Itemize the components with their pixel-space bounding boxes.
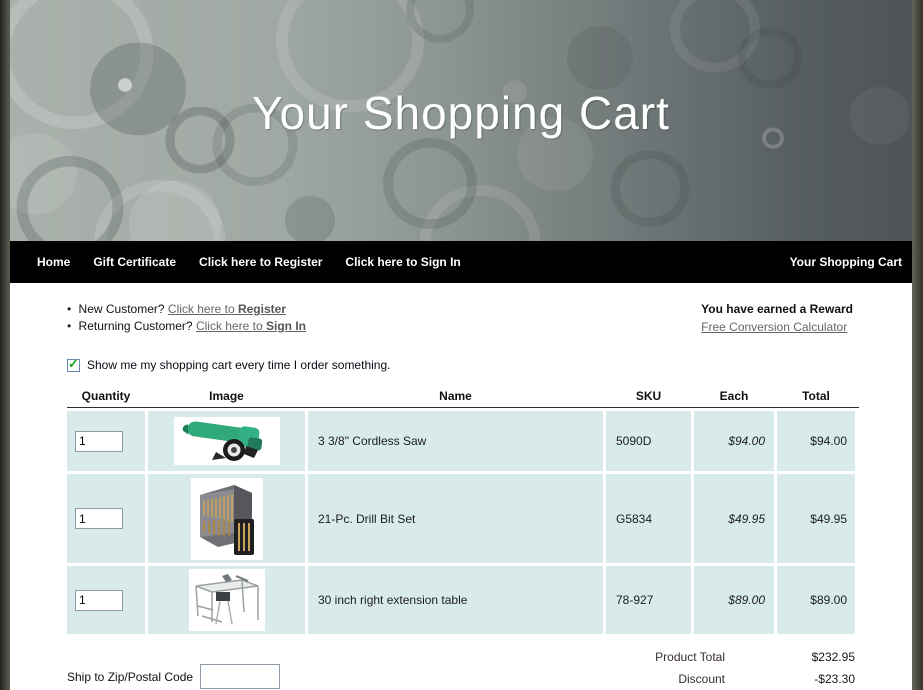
reward-message: You have earned a Reward bbox=[701, 301, 853, 318]
discount-label: Discount bbox=[560, 672, 725, 686]
product-total-price: $94.00 bbox=[777, 411, 855, 471]
product-sku: 78-927 bbox=[606, 566, 691, 634]
main-content: • New Customer? Click here to Register •… bbox=[10, 283, 912, 690]
image-cell bbox=[148, 474, 305, 563]
cordless-saw-image bbox=[174, 417, 280, 465]
conversion-calculator-link[interactable]: Free Conversion Calculator bbox=[701, 318, 847, 337]
ship-to-zip-row: Ship to Zip/Postal Code bbox=[67, 663, 280, 690]
product-total-row: Product Total $232.95 bbox=[560, 646, 855, 668]
customer-links: • New Customer? Click here to Register •… bbox=[67, 301, 306, 335]
table-row: 3 3/8" Cordless Saw 5090D $94.00 $94.00 bbox=[67, 411, 859, 471]
table-row: 30 inch right extension table 78-927 $89… bbox=[67, 566, 859, 634]
cart-table: Quantity Image Name SKU Each Total bbox=[67, 389, 859, 634]
quantity-input-row1[interactable] bbox=[75, 431, 123, 452]
nav-item-gift-certificate[interactable]: Gift Certificate bbox=[93, 255, 176, 269]
product-each-price: $49.95 bbox=[694, 474, 774, 563]
quantity-input-row3[interactable] bbox=[75, 590, 123, 611]
product-total-label: Product Total bbox=[560, 650, 725, 664]
sign-in-link[interactable]: Click here to Sign In bbox=[196, 319, 306, 333]
image-cell bbox=[148, 411, 305, 471]
right-page-edge bbox=[912, 0, 923, 690]
product-each-price: $89.00 bbox=[694, 566, 774, 634]
left-page-edge bbox=[0, 0, 10, 690]
cart-preference-row: ✓ Show me my shopping cart every time I … bbox=[67, 358, 855, 372]
table-row: 21-Pc. Drill Bit Set G5834 $49.95 $49.95 bbox=[67, 474, 859, 563]
reward-block: You have earned a Reward Free Conversion… bbox=[701, 301, 853, 337]
nav-item-register[interactable]: Click here to Register bbox=[199, 255, 322, 269]
product-name: 30 inch right extension table bbox=[308, 566, 603, 634]
banner: Your Shopping Cart bbox=[10, 0, 912, 241]
quantity-cell bbox=[67, 411, 145, 471]
zip-code-input[interactable] bbox=[200, 664, 280, 689]
ship-to-zip-label: Ship to Zip/Postal Code bbox=[67, 670, 193, 684]
page: Your Shopping Cart Home Gift Certificate… bbox=[0, 0, 923, 690]
returning-customer-line: • Returning Customer? Click here to Sign… bbox=[67, 318, 306, 335]
header-total: Total bbox=[777, 389, 855, 407]
intro-row: • New Customer? Click here to Register •… bbox=[67, 301, 855, 337]
totals-block: Product Total $232.95 Discount -$23.30 bbox=[560, 646, 855, 690]
bullet-icon: • bbox=[67, 319, 71, 333]
cart-footer: Ship to Zip/Postal Code Product Total $2… bbox=[67, 646, 855, 690]
product-sku: 5090D bbox=[606, 411, 691, 471]
header-image: Image bbox=[148, 389, 305, 407]
product-name: 21-Pc. Drill Bit Set bbox=[308, 474, 603, 563]
discount-row: Discount -$23.30 bbox=[560, 668, 855, 690]
show-cart-checkbox[interactable]: ✓ bbox=[67, 359, 80, 372]
register-link[interactable]: Click here to Register bbox=[168, 302, 286, 316]
discount-value: -$23.30 bbox=[725, 672, 855, 686]
returning-customer-label: Returning Customer? bbox=[79, 319, 193, 333]
nav-item-sign-in[interactable]: Click here to Sign In bbox=[345, 255, 460, 269]
nav-item-shopping-cart[interactable]: Your Shopping Cart bbox=[790, 255, 902, 269]
content-area: Your Shopping Cart Home Gift Certificate… bbox=[10, 0, 912, 690]
header-divider bbox=[67, 407, 859, 408]
product-total-value: $232.95 bbox=[725, 650, 855, 664]
extension-table-image bbox=[189, 569, 265, 631]
product-sku: G5834 bbox=[606, 474, 691, 563]
table-header-row: Quantity Image Name SKU Each Total bbox=[67, 389, 859, 407]
bullet-icon: • bbox=[67, 302, 71, 316]
header-sku: SKU bbox=[606, 389, 691, 407]
header-each: Each bbox=[694, 389, 774, 407]
quantity-cell bbox=[67, 566, 145, 634]
page-title: Your Shopping Cart bbox=[10, 86, 912, 140]
product-total-price: $89.00 bbox=[777, 566, 855, 634]
nav-item-home[interactable]: Home bbox=[37, 255, 70, 269]
main-nav: Home Gift Certificate Click here to Regi… bbox=[10, 241, 912, 283]
show-cart-label: Show me my shopping cart every time I or… bbox=[87, 358, 390, 372]
product-name: 3 3/8" Cordless Saw bbox=[308, 411, 603, 471]
new-customer-label: New Customer? bbox=[79, 302, 165, 316]
drill-bit-set-image bbox=[191, 478, 263, 560]
image-cell bbox=[148, 566, 305, 634]
new-customer-line: • New Customer? Click here to Register bbox=[67, 301, 306, 318]
header-quantity: Quantity bbox=[67, 389, 145, 407]
header-name: Name bbox=[308, 389, 603, 407]
quantity-input-row2[interactable] bbox=[75, 508, 123, 529]
checkmark-icon: ✓ bbox=[68, 357, 79, 370]
product-each-price: $94.00 bbox=[694, 411, 774, 471]
product-total-price: $49.95 bbox=[777, 474, 855, 563]
quantity-cell bbox=[67, 474, 145, 563]
